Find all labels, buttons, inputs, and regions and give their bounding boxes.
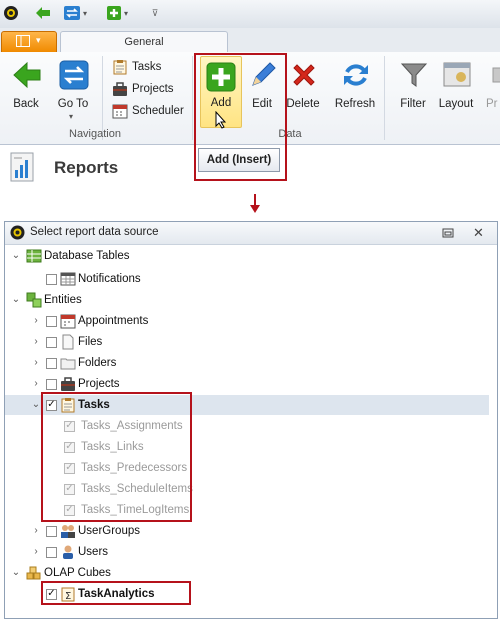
tree-label: OLAP Cubes xyxy=(44,567,111,579)
goto-button[interactable]: Go To ▾ xyxy=(51,56,95,122)
tree-label: Users xyxy=(78,546,109,558)
checkbox[interactable] xyxy=(46,525,57,537)
expand-chevron-icon[interactable]: › xyxy=(31,358,41,368)
calendar-icon xyxy=(112,103,128,119)
notifications-grid-icon xyxy=(60,271,76,287)
scheduler-button[interactable]: Scheduler xyxy=(112,102,184,120)
tasks-label: Tasks xyxy=(132,61,162,73)
layout-button[interactable]: Layout xyxy=(434,56,478,122)
refresh-label: Refresh xyxy=(334,98,376,110)
reports-icon xyxy=(10,152,36,185)
close-icon[interactable]: ✕ xyxy=(473,225,484,241)
navigation-group-label: Navigation xyxy=(69,128,121,140)
print-button[interactable]: Pr xyxy=(478,56,500,122)
checkbox[interactable] xyxy=(46,336,57,348)
down-arrow-icon xyxy=(249,194,261,214)
back-arrow-icon xyxy=(12,60,42,90)
briefcase-icon xyxy=(112,81,128,97)
tree-node-folders[interactable]: › Folders xyxy=(31,353,116,373)
switch-arrows-icon[interactable]: ▾ xyxy=(60,4,90,22)
tab-general[interactable]: General xyxy=(60,31,228,53)
expand-chevron-icon[interactable]: › xyxy=(31,547,41,557)
tree-label: Folders xyxy=(78,357,117,369)
ribbon-separator xyxy=(192,56,193,140)
tree-node-notifications[interactable]: Notifications xyxy=(46,269,141,289)
tree-node-usergroups[interactable]: › UserGroups xyxy=(31,521,140,541)
tree-node-entities[interactable]: ⌄ Entities xyxy=(11,290,82,310)
refresh-button[interactable]: Refresh xyxy=(333,56,377,122)
chevron-down-icon: ▾ xyxy=(36,35,41,45)
filter-button[interactable]: Filter xyxy=(391,56,435,122)
chevron-down-icon: ▾ xyxy=(69,112,74,121)
highlight-box-tasks xyxy=(41,392,192,522)
projects-button[interactable]: Projects xyxy=(112,80,174,98)
layout-grid-icon xyxy=(442,60,472,90)
tree-label: Database Tables xyxy=(44,250,130,262)
checkbox[interactable] xyxy=(46,546,57,558)
tasks-clipboard-icon xyxy=(112,59,128,75)
tree-label: Appointments xyxy=(78,315,149,327)
expand-chevron-icon[interactable]: › xyxy=(31,526,41,536)
tree-node-files[interactable]: › Files xyxy=(31,332,102,352)
folder-icon xyxy=(60,355,76,371)
app-logo-icon xyxy=(2,4,20,22)
restore-window-icon[interactable] xyxy=(442,227,454,242)
tree-node-appointments[interactable]: › Appointments xyxy=(31,311,148,331)
olap-cubes-icon xyxy=(26,565,42,581)
user-icon xyxy=(60,544,76,560)
tree-label: Entities xyxy=(44,294,82,306)
tree-node-users[interactable]: › Users xyxy=(31,542,108,562)
tree-node-projects[interactable]: › Projects xyxy=(31,374,120,394)
tree-label: Notifications xyxy=(78,273,141,285)
app-logo-icon xyxy=(10,225,25,243)
database-tables-icon xyxy=(26,248,42,264)
expand-chevron-icon[interactable]: › xyxy=(31,316,41,326)
tree-node-database-tables[interactable]: ⌄ Database Tables xyxy=(11,246,129,266)
highlight-box-taskanalytics xyxy=(41,581,191,605)
checkbox[interactable] xyxy=(46,357,57,369)
tree-label: Files xyxy=(78,336,103,348)
briefcase-icon xyxy=(60,376,76,392)
expand-chevron-icon[interactable]: › xyxy=(31,379,41,389)
dialog-title-bar: Select report data source ✕ xyxy=(5,222,497,245)
add-plus-icon[interactable]: ▾ xyxy=(102,4,132,22)
user-group-icon xyxy=(60,523,76,539)
print-icon xyxy=(484,60,500,90)
refresh-icon xyxy=(341,60,371,90)
funnel-icon xyxy=(399,60,429,90)
application-menu-button[interactable]: ▾ xyxy=(1,31,57,53)
quick-access-toolbar: ▾ ▾ ⊽ xyxy=(0,0,500,29)
menu-grid-icon xyxy=(16,35,30,50)
collapse-chevron-icon[interactable]: ⌄ xyxy=(11,251,21,261)
highlight-box-add xyxy=(194,53,287,181)
tree-node-olap-cubes[interactable]: ⌄ OLAP Cubes xyxy=(11,563,111,583)
scheduler-label: Scheduler xyxy=(132,105,184,117)
collapse-chevron-icon[interactable]: ⌄ xyxy=(11,568,21,578)
customize-qat-icon[interactable]: ⊽ xyxy=(148,4,162,22)
layout-label: Layout xyxy=(438,98,474,110)
entities-icon xyxy=(26,292,42,308)
page-title: Reports xyxy=(54,158,119,177)
collapse-chevron-icon[interactable]: ⌄ xyxy=(31,400,41,410)
checkbox[interactable] xyxy=(46,378,57,390)
delete-button[interactable]: Delete xyxy=(281,56,325,122)
dialog-title: Select report data source xyxy=(30,226,159,238)
delete-x-icon xyxy=(289,60,319,90)
expand-chevron-icon[interactable]: › xyxy=(31,337,41,347)
tasks-button[interactable]: Tasks xyxy=(112,58,161,76)
projects-label: Projects xyxy=(132,83,174,95)
back-button[interactable]: Back xyxy=(4,56,48,122)
tree-label: UserGroups xyxy=(78,525,140,537)
goto-arrows-icon xyxy=(59,60,89,90)
collapse-chevron-icon[interactable]: ⌄ xyxy=(11,295,21,305)
goto-label: Go To xyxy=(57,98,89,110)
calendar-icon xyxy=(60,313,76,329)
tree-label: Projects xyxy=(78,378,120,390)
checkbox[interactable] xyxy=(46,315,57,327)
print-label: Pr xyxy=(486,98,498,110)
ribbon-tab-strip: ▾ General xyxy=(0,28,500,53)
back-arrow-icon[interactable] xyxy=(34,4,52,22)
checkbox[interactable] xyxy=(46,273,57,285)
file-icon xyxy=(60,334,76,350)
